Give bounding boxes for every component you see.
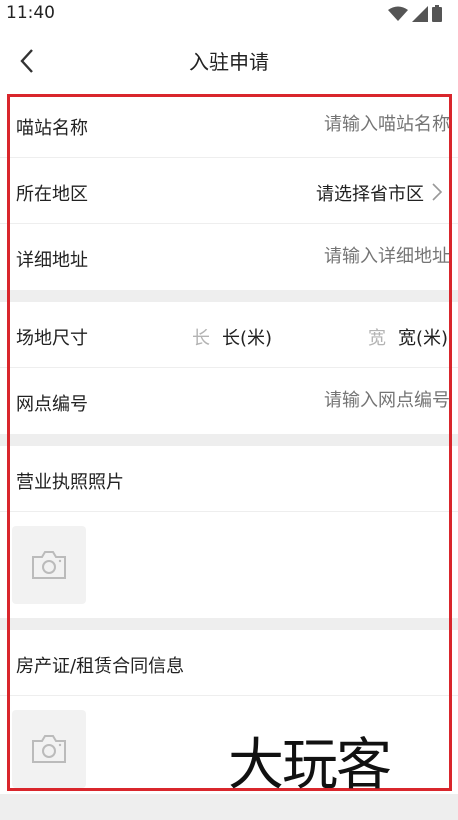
signal-icon	[412, 5, 428, 22]
camera-icon	[32, 551, 66, 579]
camera-icon	[32, 735, 66, 763]
station-name-input[interactable]	[280, 114, 450, 135]
site-size-row: 场地尺寸 长 长(米) 宽 宽(米)	[0, 302, 458, 368]
section-divider	[0, 290, 458, 302]
outlet-number-row[interactable]: 网点编号	[0, 368, 458, 434]
property-info-upload-button[interactable]	[12, 710, 86, 788]
region-label: 所在地区	[16, 184, 88, 205]
address-row[interactable]: 详细地址	[0, 224, 458, 290]
outlet-number-label: 网点编号	[16, 394, 88, 415]
region-select[interactable]: 请选择省市区	[316, 180, 424, 206]
business-license-upload-button[interactable]	[12, 526, 86, 604]
property-info-label: 房产证/租赁合同信息	[16, 656, 185, 677]
outlet-number-input[interactable]	[280, 390, 450, 411]
status-time: 11:40	[6, 3, 55, 23]
business-license-row: 营业执照照片	[0, 446, 458, 512]
section-divider	[0, 618, 458, 630]
property-info-row: 房产证/租赁合同信息	[0, 630, 458, 696]
status-bar: 11:40	[0, 0, 458, 28]
business-license-upload-area	[0, 512, 458, 618]
watermark-logo: 大玩客	[228, 733, 392, 798]
region-row[interactable]: 所在地区 请选择省市区	[0, 158, 458, 224]
length-label: 长	[192, 328, 210, 349]
business-license-label: 营业执照照片	[16, 472, 124, 493]
station-name-label: 喵站名称	[16, 118, 88, 139]
nav-bar: 入驻申请	[0, 34, 458, 88]
site-size-label: 场地尺寸	[16, 328, 88, 349]
page-title: 入驻申请	[189, 50, 269, 74]
battery-icon	[432, 5, 442, 22]
status-icons	[388, 5, 442, 22]
address-label: 详细地址	[16, 250, 88, 271]
station-name-row[interactable]: 喵站名称	[0, 94, 458, 158]
length-input[interactable]: 长(米)	[222, 324, 272, 350]
chevron-right-icon	[432, 183, 443, 201]
wifi-icon	[388, 6, 408, 21]
width-input[interactable]: 宽(米)	[398, 324, 448, 350]
section-divider	[0, 434, 458, 446]
width-label: 宽	[368, 328, 386, 349]
address-input[interactable]	[280, 246, 450, 267]
